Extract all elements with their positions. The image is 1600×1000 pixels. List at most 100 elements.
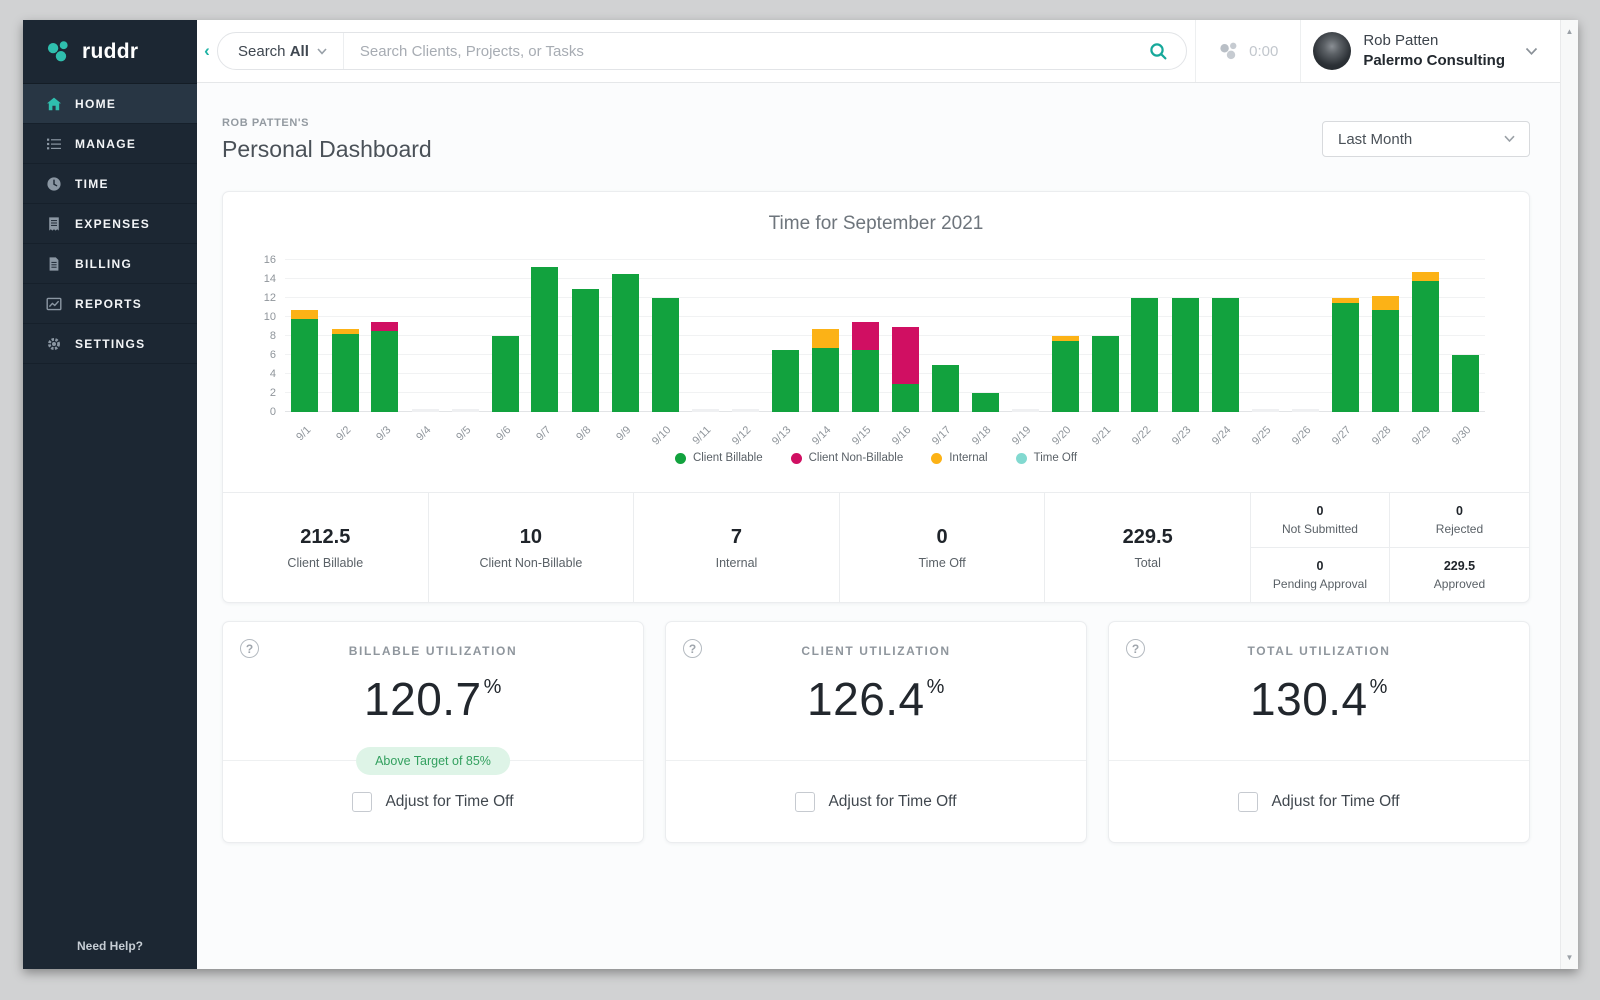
chart-bar (652, 298, 679, 412)
utilization-value: 126.4% (666, 672, 1086, 726)
percent-sign: % (927, 676, 945, 698)
search-scope-selector[interactable]: Search All (218, 33, 343, 69)
approval-label: Not Submitted (1282, 522, 1358, 536)
chart-bar (892, 327, 919, 413)
sidebar-item-label: Home (75, 97, 116, 111)
legend-dot (1016, 453, 1027, 464)
sidebar-item-time[interactable]: Time (23, 164, 197, 204)
y-axis-tick-label: 16 (252, 254, 276, 266)
stats-strip: 212.5 Client Billable 10Client Non-Billabl… (223, 492, 1529, 602)
chart-bar (612, 274, 639, 412)
user-menu[interactable]: Rob Patten Palermo Consulting (1301, 20, 1560, 82)
chart-legend: Client Billable Client Non-Billable Intern… (223, 452, 1529, 464)
sidebar-item-settings[interactable]: Settings (23, 324, 197, 364)
page-content: ROB PATTEN'S Personal Dashboard Last Mon… (197, 83, 1560, 969)
search-bar: Search All (217, 32, 1187, 70)
bar-segment (892, 384, 919, 413)
avatar (1313, 32, 1351, 70)
stat-cell: 229.5Total (1045, 493, 1251, 602)
period-selector[interactable]: Last Month (1322, 121, 1530, 157)
empty-bar-stub (1012, 409, 1039, 412)
gear-icon (46, 336, 62, 352)
stat-label: Total (1134, 556, 1160, 570)
timer-widget[interactable]: 0:00 (1196, 20, 1300, 82)
sidebar-item-home[interactable]: Home (23, 84, 197, 124)
sidebar-item-reports[interactable]: Reports (23, 284, 197, 324)
bar-segment (612, 274, 639, 412)
legend-item: Client Billable (675, 452, 763, 464)
approval-cell: 0Pending Approval (1251, 548, 1390, 603)
y-axis-tick-label: 10 (252, 311, 276, 323)
help-icon[interactable]: ? (683, 639, 702, 658)
approval-cell: 0 Rejected (1390, 493, 1529, 548)
bar-segment (772, 350, 799, 412)
bar-segment (1332, 303, 1359, 412)
period-value: Last Month (1338, 131, 1412, 148)
search-icon[interactable] (1143, 42, 1186, 61)
bar-segment (932, 365, 959, 413)
scroll-up-arrow[interactable]: ▲ (1561, 27, 1578, 36)
page-eyebrow: ROB PATTEN'S (222, 117, 432, 129)
chart-bar (291, 310, 318, 412)
utilization-value: 120.7% (223, 672, 643, 726)
total-utilization-card: ?Total Utilization130.4%Adjust for Time … (1108, 621, 1530, 843)
legend-item: Client Non-Billable (791, 452, 904, 464)
chart-bar (1332, 298, 1359, 412)
legend-item: Internal (931, 452, 987, 464)
approval-value: 0 (1456, 504, 1463, 518)
gridline (285, 259, 1485, 260)
bar-segment (531, 267, 558, 412)
y-axis-tick-label: 4 (252, 368, 276, 380)
receipt-icon (46, 216, 62, 232)
approval-label: Rejected (1436, 522, 1483, 536)
sidebar-collapse-icon[interactable]: ‹ (199, 41, 215, 61)
gridline (285, 392, 1485, 393)
chart-bar (1292, 409, 1319, 412)
vertical-scrollbar[interactable]: ▲ ▼ (1560, 20, 1578, 969)
scroll-down-arrow[interactable]: ▼ (1561, 953, 1578, 962)
stat-label: Time Off (918, 556, 965, 570)
legend-dot (931, 453, 942, 464)
stat-label: Client Billable (287, 556, 363, 570)
chart-bar (732, 409, 759, 412)
empty-bar-stub (452, 409, 479, 412)
sidebar-item-manage[interactable]: Manage (23, 124, 197, 164)
sidebar-item-label: Settings (75, 337, 145, 351)
help-icon[interactable]: ? (240, 639, 259, 658)
chart-bar (812, 329, 839, 412)
sidebar-item-label: Expenses (75, 217, 150, 231)
chart-icon (46, 296, 62, 312)
checkbox-label: Adjust for Time Off (385, 793, 513, 811)
legend-item: Time Off (1016, 452, 1077, 464)
bar-segment (291, 310, 318, 320)
sidebar-item-billing[interactable]: Billing (23, 244, 197, 284)
user-name: Rob Patten (1363, 31, 1505, 51)
chart-bar (852, 322, 879, 412)
sidebar-item-expenses[interactable]: Expenses (23, 204, 197, 244)
stat-value: 212.5 (300, 526, 350, 549)
approval-value: 0 (1316, 559, 1323, 573)
need-help-link[interactable]: Need Help? (23, 939, 197, 953)
chart-bar (332, 329, 359, 412)
chart-bar (1452, 355, 1479, 412)
bar-segment (652, 298, 679, 412)
adjust-time-off-checkbox[interactable] (352, 792, 372, 812)
legend-dot (675, 453, 686, 464)
adjust-time-off-checkbox[interactable] (1238, 792, 1258, 812)
help-icon[interactable]: ? (1126, 639, 1145, 658)
bar-segment (1212, 298, 1239, 412)
chart-bar (932, 365, 959, 413)
chart-bar (1372, 296, 1399, 412)
adjust-time-off-checkbox[interactable] (795, 792, 815, 812)
card-top-section: ?Billable Utilization120.7% (223, 622, 643, 761)
y-axis-tick-label: 2 (252, 387, 276, 399)
bar-segment (972, 393, 999, 412)
card-top-section: ?Client Utilization126.4% (666, 622, 1086, 761)
stat-cell: 10Client Non-Billable (429, 493, 635, 602)
main-area: ‹ Search All (197, 20, 1560, 969)
stat-cell: 0Time Off (840, 493, 1046, 602)
bar-segment (892, 327, 919, 384)
utilization-cards: ?Billable Utilization120.7%Above Target … (222, 621, 1530, 843)
search-input[interactable] (344, 43, 1143, 60)
chart-title: Time for September 2021 (223, 192, 1529, 235)
